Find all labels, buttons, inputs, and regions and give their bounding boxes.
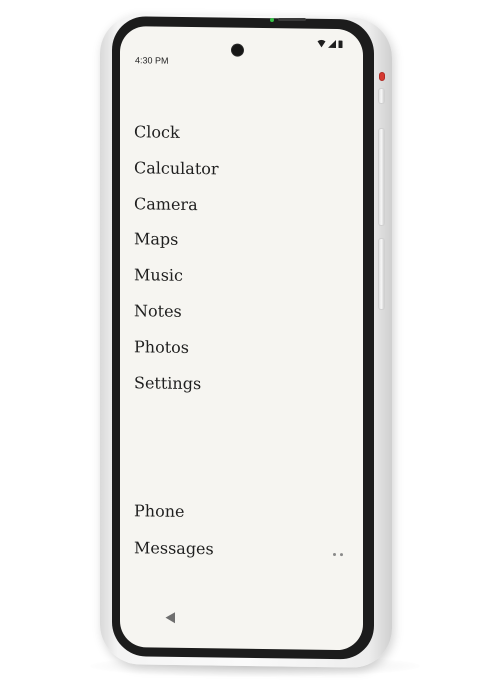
app-item-notes[interactable]: Notes: [134, 293, 219, 330]
app-item-camera[interactable]: Camera: [134, 186, 219, 223]
front-camera-icon: [232, 44, 243, 56]
dock-item-messages[interactable]: Messages: [134, 529, 214, 567]
page-dot: [340, 553, 343, 557]
app-item-clock[interactable]: Clock: [134, 114, 219, 151]
side-button-lower[interactable]: [378, 238, 385, 310]
volume-button[interactable]: [378, 128, 385, 226]
dock-item-phone[interactable]: Phone: [134, 492, 214, 530]
side-button-small[interactable]: [378, 88, 385, 104]
home-screen: 4:30 PM Clock Calculator Camera Maps Mus…: [120, 26, 363, 651]
earpiece-speaker: [278, 18, 306, 21]
sensor-led: [270, 18, 274, 22]
power-accent-indicator: [379, 72, 385, 81]
back-triangle-icon[interactable]: [165, 612, 176, 624]
app-item-settings[interactable]: Settings: [134, 365, 219, 402]
app-item-calculator[interactable]: Calculator: [134, 150, 219, 187]
device-stage: 4:30 PM Clock Calculator Camera Maps Mus…: [0, 0, 481, 692]
page-dot: [333, 552, 336, 557]
app-item-photos[interactable]: Photos: [134, 329, 219, 366]
app-item-music[interactable]: Music: [134, 257, 219, 294]
signal-icon: [328, 40, 336, 49]
page-indicator[interactable]: [333, 552, 343, 557]
wifi-icon: [317, 39, 326, 48]
app-list: Clock Calculator Camera Maps Music Notes…: [134, 114, 219, 402]
status-icons: [317, 39, 343, 49]
dock-list: Phone Messages: [134, 492, 214, 567]
app-item-maps[interactable]: Maps: [134, 222, 219, 259]
battery-icon: [338, 40, 343, 49]
status-time: 4:30 PM: [135, 55, 169, 66]
